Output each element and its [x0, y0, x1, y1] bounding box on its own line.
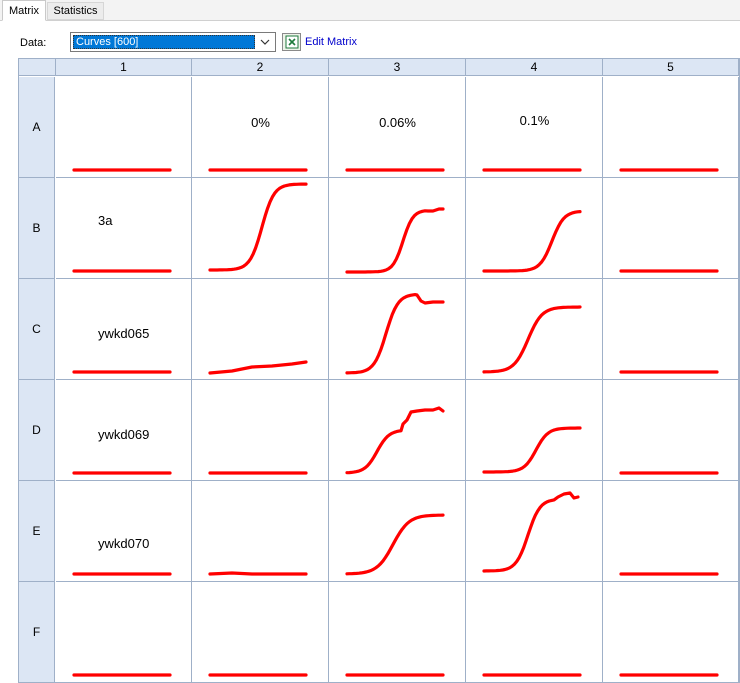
matrix-cell-C3[interactable]	[329, 279, 466, 380]
cell-plot-C3	[345, 293, 445, 375]
data-select-value: Curves [600]	[73, 35, 255, 49]
matrix-cell-A4[interactable]: 0.1%	[466, 77, 603, 178]
matrix-cell-C1[interactable]: ywkd065	[56, 279, 192, 380]
growth-curve-E4	[482, 491, 580, 573]
matrix-cell-D1[interactable]: ywkd069	[56, 380, 192, 481]
matrix-cell-E2[interactable]	[192, 481, 329, 582]
cell-plot-C5	[619, 370, 719, 374]
growth-curve-B2	[208, 182, 308, 272]
cell-plot-E4	[482, 491, 580, 573]
cell-plot-B2	[208, 182, 308, 272]
matrix-cell-A2[interactable]: 0%	[192, 77, 329, 178]
tab-bar: Matrix Statistics	[0, 0, 740, 21]
cell-plot-B1	[72, 269, 172, 273]
cell-plot-F2	[208, 673, 308, 677]
matrix-cell-F4[interactable]	[466, 582, 603, 683]
cell-plot-A1	[72, 168, 172, 172]
row-header-C[interactable]: C	[19, 279, 55, 380]
cell-plot-F4	[482, 673, 582, 677]
matrix-cell-F1[interactable]	[56, 582, 192, 683]
matrix-cell-D5[interactable]	[603, 380, 739, 481]
growth-curve-B3	[345, 207, 445, 274]
matrix-cell-B2[interactable]	[192, 178, 329, 279]
cell-plot-C4	[482, 305, 582, 374]
cell-plot-D3	[345, 406, 445, 475]
matrix-cell-C2[interactable]	[192, 279, 329, 380]
cell-label-C1: ywkd065	[98, 326, 150, 341]
edit-matrix-link[interactable]: Edit Matrix	[305, 36, 357, 48]
growth-curve-D4	[482, 426, 582, 474]
column-header-2[interactable]: 2	[192, 59, 329, 76]
data-select[interactable]: Curves [600]	[70, 32, 276, 52]
matrix-cell-A5[interactable]	[603, 77, 739, 178]
cell-plot-E1	[72, 572, 172, 576]
matrix-cell-D2[interactable]	[192, 380, 329, 481]
matrix-cell-C4[interactable]	[466, 279, 603, 380]
cell-label-A3: 0.06%	[379, 115, 416, 130]
matrix-cell-E3[interactable]	[329, 481, 466, 582]
cell-plot-F1	[72, 673, 172, 677]
matrix-cell-B4[interactable]	[466, 178, 603, 279]
column-header-4[interactable]: 4	[466, 59, 603, 76]
row-header-E[interactable]: E	[19, 481, 55, 582]
cell-plot-B3	[345, 207, 445, 274]
cell-plot-B5	[619, 269, 719, 273]
cell-plot-F5	[619, 673, 719, 677]
cell-plot-B4	[482, 209, 582, 273]
growth-curve-E3	[345, 513, 445, 576]
matrix-cell-F2[interactable]	[192, 582, 329, 683]
cell-label-D1: ywkd069	[98, 427, 150, 442]
matrix-cell-D3[interactable]	[329, 380, 466, 481]
growth-curve-C4	[482, 305, 582, 374]
row-header-A[interactable]: A	[19, 77, 55, 178]
column-header-3[interactable]: 3	[329, 59, 466, 76]
matrix-cell-E1[interactable]: ywkd070	[56, 481, 192, 582]
matrix-cell-C5[interactable]	[603, 279, 739, 380]
cell-plot-E3	[345, 513, 445, 576]
cell-plot-D5	[619, 471, 719, 475]
growth-curve-D3	[345, 406, 445, 475]
cell-label-A4: 0.1%	[519, 113, 550, 128]
matrix-cell-A3[interactable]: 0.06%	[329, 77, 466, 178]
excel-icon[interactable]	[282, 33, 301, 51]
matrix-cell-E4[interactable]	[466, 481, 603, 582]
chevron-down-icon[interactable]	[258, 36, 272, 48]
column-header-5[interactable]: 5	[603, 59, 739, 76]
matrix-cell-B5[interactable]	[603, 178, 739, 279]
column-header-1[interactable]: 1	[56, 59, 192, 76]
cell-plot-A5	[619, 168, 719, 172]
cell-plot-D4	[482, 426, 582, 474]
matrix-cell-B3[interactable]	[329, 178, 466, 279]
matrix-cell-E5[interactable]	[603, 481, 739, 582]
tab-statistics[interactable]: Statistics	[47, 2, 104, 20]
growth-curve-B4	[482, 209, 582, 273]
cell-plot-E5	[619, 572, 719, 576]
growth-curve-C3	[345, 293, 445, 375]
corner-header	[19, 59, 56, 76]
cell-label-B1: 3a	[98, 213, 113, 228]
row-header-D[interactable]: D	[19, 380, 55, 481]
matrix-cell-F5[interactable]	[603, 582, 739, 683]
matrix-cell-A1[interactable]	[56, 77, 192, 178]
cell-plot-F3	[345, 673, 445, 677]
cell-label-A2: 0%	[251, 115, 270, 130]
data-label: Data:	[20, 37, 47, 49]
matrix-cell-F3[interactable]	[329, 582, 466, 683]
cell-plot-C2	[208, 360, 308, 375]
matrix-cell-B1[interactable]: 3a	[56, 178, 192, 279]
cell-plot-E2	[208, 571, 308, 576]
row-header-B[interactable]: B	[19, 178, 55, 279]
row-header-F[interactable]: F	[19, 582, 55, 683]
tab-matrix[interactable]: Matrix	[2, 0, 46, 21]
cell-label-E1: ywkd070	[98, 536, 150, 551]
growth-curve-C2	[208, 360, 308, 375]
cell-plot-D2	[208, 471, 308, 475]
growth-curve-E2	[208, 571, 308, 576]
matrix-cell-D4[interactable]	[466, 380, 603, 481]
